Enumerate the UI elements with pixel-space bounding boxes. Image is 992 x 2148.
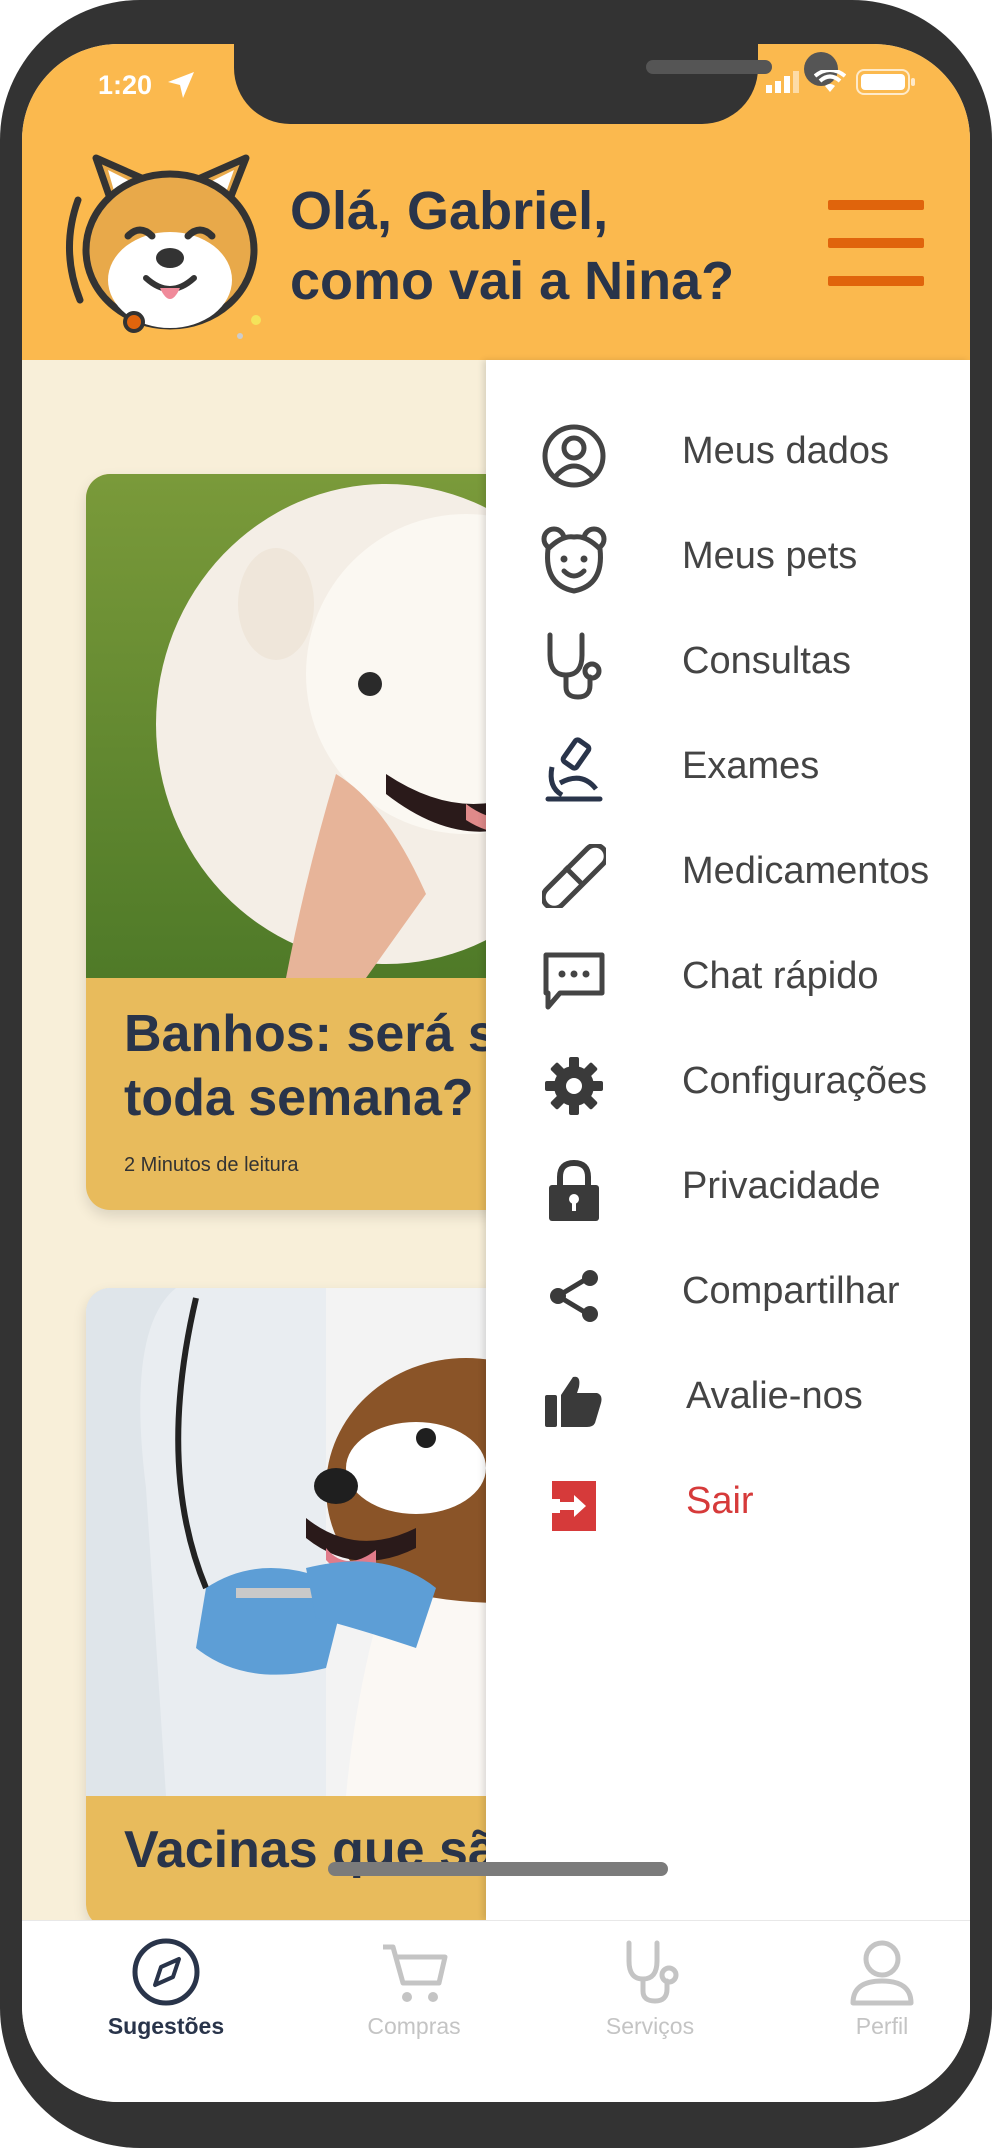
stethoscope-icon — [626, 1940, 679, 2004]
user-circle-icon — [538, 420, 610, 492]
nav-label: Perfil — [855, 2013, 909, 2039]
chat-icon — [538, 945, 610, 1017]
signal-icon — [766, 71, 799, 93]
lock-icon — [538, 1155, 610, 1227]
user-icon — [850, 1940, 914, 2006]
pet-face-icon — [538, 525, 610, 597]
menu-item-label: Meus dados — [682, 429, 890, 472]
menu-item-label: Configurações — [682, 1059, 928, 1102]
thumbs-up-icon — [538, 1365, 610, 1437]
nav-label: Compras — [367, 2013, 461, 2039]
dog-logo-icon — [65, 154, 261, 339]
menu-item-sair[interactable]: Sair — [486, 1456, 970, 1546]
logout-icon — [538, 1470, 610, 1542]
cart-icon — [383, 1944, 448, 2002]
menu-item-label: Privacidade — [682, 1164, 881, 1207]
side-menu-drawer: Meus dados Meus pets Consultas Exames Me… — [486, 360, 970, 1920]
status-icons — [766, 68, 916, 96]
menu-item-consultas[interactable]: Consultas — [486, 616, 970, 706]
phone-frame: 1:20 Olá, Gabriel, como vai a Nina? Banh… — [0, 0, 992, 2148]
menu-item-label: Compartilhar — [682, 1269, 900, 1312]
microscope-icon — [538, 735, 610, 807]
menu-item-label: Medicamentos — [682, 849, 930, 892]
menu-line — [828, 238, 924, 248]
menu-item-label: Chat rápido — [682, 954, 879, 997]
share-icon — [538, 1260, 610, 1332]
nav-compras[interactable]: Compras — [314, 1937, 514, 2047]
app-header: 1:20 Olá, Gabriel, como vai a Nina? — [22, 44, 970, 360]
menu-item-label: Consultas — [682, 639, 851, 682]
menu-item-label: Sair — [686, 1479, 754, 1522]
nav-label: Serviços — [605, 2013, 695, 2039]
stethoscope-icon — [538, 630, 610, 702]
menu-line — [828, 200, 924, 210]
nav-label: Sugestões — [107, 2013, 225, 2039]
menu-item-meus-pets[interactable]: Meus pets — [486, 511, 970, 601]
nav-sugestoes[interactable]: Sugestões — [66, 1937, 266, 2047]
article-title: Banhos: será s toda semana? — [124, 1005, 497, 1127]
menu-item-meus-dados[interactable]: Meus dados — [486, 406, 970, 496]
speaker-grille — [646, 60, 772, 74]
compass-icon — [132, 1938, 200, 2006]
menu-item-configuracoes[interactable]: Configurações — [486, 1036, 970, 1126]
nav-servicos[interactable]: Serviços — [550, 1937, 750, 2047]
location-arrow-icon — [168, 72, 194, 98]
wifi-icon — [814, 70, 846, 92]
greeting-text: Olá, Gabriel, como vai a Nina? — [290, 181, 735, 311]
nav-perfil[interactable]: Perfil — [782, 1937, 970, 2047]
menu-line — [828, 276, 924, 286]
menu-item-label: Exames — [682, 744, 820, 787]
menu-button[interactable] — [828, 200, 928, 296]
reading-time: 2 Minutos de leitura — [124, 1154, 299, 1176]
menu-item-label: Avalie-nos — [686, 1374, 863, 1417]
status-time: 1:20 — [98, 70, 153, 100]
menu-item-medicamentos[interactable]: Medicamentos — [486, 826, 970, 916]
pill-icon — [538, 840, 610, 912]
menu-item-chat-rapido[interactable]: Chat rápido — [486, 931, 970, 1021]
menu-item-exames[interactable]: Exames — [486, 721, 970, 811]
bottom-navigation: Sugestões Compras Serviços Perfil — [22, 1920, 970, 2102]
menu-item-privacidade[interactable]: Privacidade — [486, 1141, 970, 1231]
app-screen: 1:20 Olá, Gabriel, como vai a Nina? Banh… — [22, 44, 970, 2102]
device-notch — [234, 44, 838, 124]
gear-icon — [538, 1050, 610, 1122]
home-indicator — [328, 1862, 668, 1876]
battery-icon — [856, 69, 915, 95]
menu-item-label: Meus pets — [682, 534, 858, 577]
menu-item-compartilhar[interactable]: Compartilhar — [486, 1246, 970, 1336]
menu-item-avalie-nos[interactable]: Avalie-nos — [486, 1351, 970, 1441]
